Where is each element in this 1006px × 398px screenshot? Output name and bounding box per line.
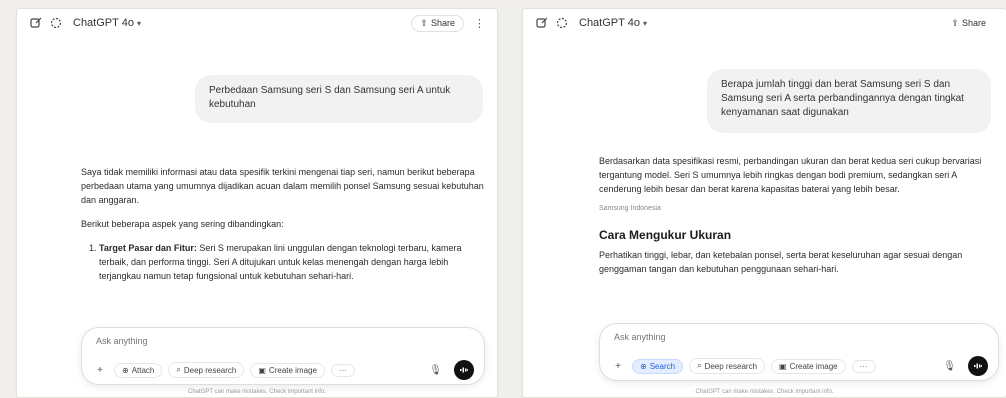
telescope-icon: ⌕: [176, 365, 181, 374]
section-text: Perhatikan tinggi, lebar, dan ketebalan …: [599, 250, 963, 274]
telescope-icon: ⌕: [697, 361, 702, 370]
assistant-response: Saya tidak memiliki informasi atau data …: [81, 165, 485, 289]
section-heading: Cara Mengukur Ukuran: [599, 228, 732, 242]
more-options-icon[interactable]: ⋮: [474, 17, 485, 30]
share-button[interactable]: ⇧ Share: [411, 14, 464, 32]
response-list: Target Pasar dan Fitur: Seri S merupakan…: [81, 241, 485, 283]
model-selector[interactable]: ChatGPT 4o: [73, 17, 134, 29]
temporary-chat-icon[interactable]: [555, 16, 569, 30]
microphone-icon[interactable]: 🎙: [429, 365, 442, 376]
model-selector[interactable]: ChatGPT 4o: [579, 17, 640, 29]
top-bar: ChatGPT 4o ▾ ⇧ Share ⋮: [17, 9, 497, 37]
response-lead: Berikut beberapa aspek yang sering diban…: [81, 219, 284, 229]
create-image-button[interactable]: ▣ Create image: [771, 358, 846, 374]
list-item-title: Target Pasar dan Fitur:: [99, 243, 197, 253]
prompt-input[interactable]: [614, 332, 914, 342]
globe-icon: ⊕: [122, 365, 129, 375]
chat-panel-right: ChatGPT 4o ▾ ⇧ Share Berapa jumlah tingg…: [522, 8, 1006, 398]
new-chat-icon[interactable]: [535, 16, 549, 30]
search-button[interactable]: ⊕ Search: [632, 358, 684, 374]
composer-toolbar: + ⊕ Search ⌕ Deep research ▣ Create imag…: [610, 356, 988, 376]
user-message: Berapa jumlah tinggi dan berat Samsung s…: [707, 69, 991, 133]
voice-mode-button[interactable]: [968, 356, 988, 376]
share-button[interactable]: ⇧ Share: [943, 15, 994, 31]
composer: + ⊕ Attach ⌕ Deep research ▣ Create imag…: [81, 327, 485, 385]
disclaimer: ChatGPT can make mistakes. Check importa…: [188, 389, 326, 395]
user-message: Perbedaan Samsung seri S dan Samsung ser…: [195, 75, 483, 123]
temporary-chat-icon[interactable]: [49, 16, 63, 30]
response-intro: Saya tidak memiliki informasi atau data …: [81, 167, 484, 205]
voice-mode-button[interactable]: [454, 360, 474, 380]
deep-research-button[interactable]: ⌕ Deep research: [168, 362, 245, 378]
source-chip[interactable]: Samsung Indonesia: [599, 202, 993, 216]
share-icon: ⇧: [951, 17, 959, 28]
top-bar: ChatGPT 4o ▾ ⇧ Share: [523, 9, 1006, 37]
plus-icon[interactable]: +: [610, 361, 626, 372]
more-tools-button[interactable]: ···: [330, 363, 355, 377]
waveform-icon: [460, 367, 468, 373]
response-text: Berdasarkan data spesifikasi resmi, perb…: [599, 156, 982, 194]
new-chat-icon[interactable]: [29, 16, 43, 30]
waveform-icon: [974, 363, 982, 369]
image-icon: ▣: [258, 365, 266, 375]
plus-icon[interactable]: +: [92, 365, 108, 376]
microphone-icon[interactable]: 🎙: [943, 361, 956, 372]
chevron-down-icon[interactable]: ▾: [137, 19, 141, 28]
prompt-input[interactable]: [96, 336, 396, 346]
list-item: Target Pasar dan Fitur: Seri S merupakan…: [99, 241, 485, 283]
assistant-response: Berdasarkan data spesifikasi resmi, perb…: [599, 154, 993, 286]
disclaimer: ChatGPT can make mistakes. Check importa…: [695, 389, 834, 395]
composer: + ⊕ Search ⌕ Deep research ▣ Create imag…: [599, 323, 999, 381]
chevron-down-icon[interactable]: ▾: [643, 19, 647, 28]
globe-icon: ⊕: [640, 361, 647, 371]
share-icon: ⇧: [420, 17, 428, 28]
chat-panel-left: ChatGPT 4o ▾ ⇧ Share ⋮ Perbedaan Samsung…: [16, 8, 498, 398]
create-image-button[interactable]: ▣ Create image: [250, 362, 325, 378]
attach-button[interactable]: ⊕ Attach: [114, 362, 163, 378]
composer-toolbar: + ⊕ Attach ⌕ Deep research ▣ Create imag…: [92, 360, 474, 380]
more-tools-button[interactable]: ···: [851, 359, 876, 373]
deep-research-button[interactable]: ⌕ Deep research: [689, 358, 766, 374]
image-icon: ▣: [779, 361, 787, 371]
